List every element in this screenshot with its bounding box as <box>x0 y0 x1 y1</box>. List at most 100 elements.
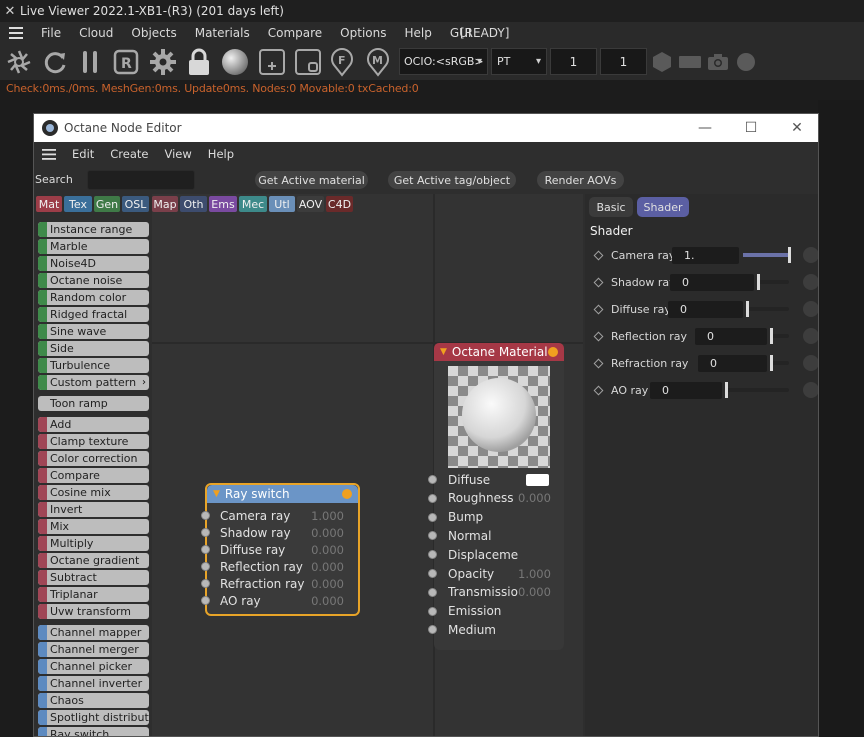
menu-create[interactable]: Create <box>102 147 156 161</box>
keyframe-diamond-icon[interactable] <box>593 358 604 368</box>
minimize-icon[interactable]: — <box>682 114 728 142</box>
node-list-item-side[interactable]: Side <box>38 341 149 356</box>
material-pick-icon[interactable]: M <box>364 47 392 77</box>
category-tab-ems[interactable]: Ems <box>209 196 237 212</box>
node-list-item-multiply[interactable]: Multiply <box>38 536 149 551</box>
input-pin-row-shadow-ray[interactable]: Shadow ray 0.000 <box>201 524 358 541</box>
tab-shader[interactable]: Shader <box>637 197 689 217</box>
ray-switch-node[interactable]: ▼ Ray switch Camera ray 1.000 Shadow ray 0.… <box>201 483 360 616</box>
menu-options[interactable]: Options <box>331 26 395 40</box>
node-list-item-octane-gradient[interactable]: Octane gradient <box>38 553 149 568</box>
node-list-item-channel-mapper[interactable]: Channel mapper <box>38 625 149 640</box>
reset-button[interactable] <box>803 274 818 290</box>
node-list-item-marble[interactable]: Marble <box>38 239 149 254</box>
input-pin-row-reflection-ray[interactable]: Reflection ray 0.000 <box>201 558 358 575</box>
focus-pick-icon[interactable]: F <box>328 47 356 77</box>
film-region-icon[interactable] <box>293 47 323 77</box>
input-pin[interactable] <box>201 596 210 605</box>
menu-edit[interactable]: Edit <box>64 147 102 161</box>
property-slider-track[interactable] <box>771 334 789 338</box>
node-list-item-compare[interactable]: Compare <box>38 468 149 483</box>
node-list-item-channel-inverter[interactable]: Channel inverter <box>38 676 149 691</box>
category-tab-mat[interactable]: Mat <box>36 196 62 212</box>
category-tab-osl[interactable]: OSL <box>122 196 149 212</box>
input-pin-row-camera-ray[interactable]: Camera ray 1.000 <box>201 507 358 524</box>
input-pin-row-medium[interactable]: Medium <box>428 621 564 638</box>
category-tab-gen[interactable]: Gen <box>94 196 120 212</box>
category-tab-map[interactable]: Map <box>152 196 178 212</box>
node-list-item-mix[interactable]: Mix <box>38 519 149 534</box>
property-value-field[interactable]: 0 <box>650 381 722 399</box>
input-pin[interactable] <box>201 545 210 554</box>
close-icon[interactable]: ✕ <box>774 114 818 142</box>
hamburger-menu-icon[interactable] <box>0 27 32 39</box>
input-pin[interactable] <box>428 512 437 522</box>
node-list-item-clamp-texture[interactable]: Clamp texture <box>38 434 149 449</box>
property-slider-track[interactable] <box>726 388 789 392</box>
sphere-icon[interactable] <box>220 47 250 77</box>
numeric-field-1[interactable]: 1 <box>550 48 597 75</box>
restart-icon[interactable] <box>40 47 70 77</box>
input-pin-row-normal[interactable]: Normal <box>428 527 564 544</box>
node-list-item-ridged-fractal[interactable]: Ridged fractal <box>38 307 149 322</box>
search-input[interactable] <box>87 170 195 190</box>
property-slider-handle[interactable] <box>770 328 773 344</box>
input-pin[interactable] <box>428 493 437 503</box>
property-value-field[interactable]: 0 <box>668 300 743 318</box>
diffuse-color-swatch[interactable] <box>526 474 549 486</box>
get-active-tag-button[interactable]: Get Active tag/object <box>388 171 516 189</box>
menu-view[interactable]: View <box>157 147 200 161</box>
node-list-item-cosine-mix[interactable]: Cosine mix <box>38 485 149 500</box>
property-slider-handle[interactable] <box>770 355 773 371</box>
lock-icon[interactable] <box>185 47 213 77</box>
input-pin-row-displacement[interactable]: Displacement <box>428 546 564 563</box>
keyframe-diamond-icon[interactable] <box>593 304 604 314</box>
node-list-item-color-correction[interactable]: Color correction <box>38 451 149 466</box>
input-pin-row-diffuse-ray[interactable]: Diffuse ray 0.000 <box>201 541 358 558</box>
node-list-item-channel-picker[interactable]: Channel picker <box>38 659 149 674</box>
add-region-icon[interactable] <box>257 47 287 77</box>
menu-materials[interactable]: Materials <box>186 26 259 40</box>
node-list-item-turbulence[interactable]: Turbulence <box>38 358 149 373</box>
property-slider-handle[interactable] <box>746 301 749 317</box>
menu-objects[interactable]: Objects <box>122 26 185 40</box>
output-pin[interactable] <box>548 347 558 357</box>
property-value-field[interactable]: 0 <box>698 354 767 372</box>
node-list-item-spotlight-distribut[interactable]: Spotlight distribut <box>38 710 149 725</box>
hexagon-icon[interactable] <box>651 47 673 77</box>
input-pin-row-opacity[interactable]: Opacity 1.000 <box>428 565 564 582</box>
property-slider-track[interactable] <box>758 280 789 284</box>
collapse-triangle-icon[interactable]: ▼ <box>213 489 220 499</box>
menu-compare[interactable]: Compare <box>259 26 331 40</box>
node-list-item-invert[interactable]: Invert <box>38 502 149 517</box>
node-list-item-chaos[interactable]: Chaos <box>38 693 149 708</box>
input-pin[interactable] <box>428 587 437 597</box>
node-list-item-triplanar[interactable]: Triplanar <box>38 587 149 602</box>
reset-button[interactable] <box>803 355 818 371</box>
node-list-item-instance-range[interactable]: Instance range <box>38 222 149 237</box>
input-pin[interactable] <box>428 531 437 541</box>
keyframe-diamond-icon[interactable] <box>593 331 604 341</box>
category-tab-aov[interactable]: AOV <box>297 196 324 212</box>
region-icon[interactable]: R <box>112 47 140 77</box>
input-pin[interactable] <box>428 475 437 484</box>
input-pin[interactable] <box>201 562 210 571</box>
menu-cloud[interactable]: Cloud <box>70 26 122 40</box>
reset-button[interactable] <box>803 382 818 398</box>
settings-icon[interactable] <box>148 47 178 77</box>
node-graph-canvas[interactable]: ▼ Ray switch Camera ray 1.000 Shadow ray 0.… <box>152 194 583 736</box>
node-list-item-channel-merger[interactable]: Channel merger <box>38 642 149 657</box>
hamburger-menu-icon[interactable] <box>34 148 64 160</box>
property-value-field[interactable]: 1. <box>672 246 739 264</box>
input-pin[interactable] <box>201 528 210 537</box>
keyframe-diamond-icon[interactable] <box>593 277 604 287</box>
node-list-item-uvw-transform[interactable]: Uvw transform <box>38 604 149 619</box>
node-list-item-sine-wave[interactable]: Sine wave <box>38 324 149 339</box>
menu-file[interactable]: File <box>32 26 70 40</box>
node-list-item-random-color[interactable]: Random color <box>38 290 149 305</box>
property-slider-track[interactable] <box>771 361 789 365</box>
render-icon[interactable] <box>4 47 34 77</box>
keyframe-diamond-icon[interactable] <box>593 385 604 395</box>
node-list-item-add[interactable]: Add <box>38 417 149 432</box>
input-pin-row-refraction-ray[interactable]: Refraction ray 0.000 <box>201 575 358 592</box>
